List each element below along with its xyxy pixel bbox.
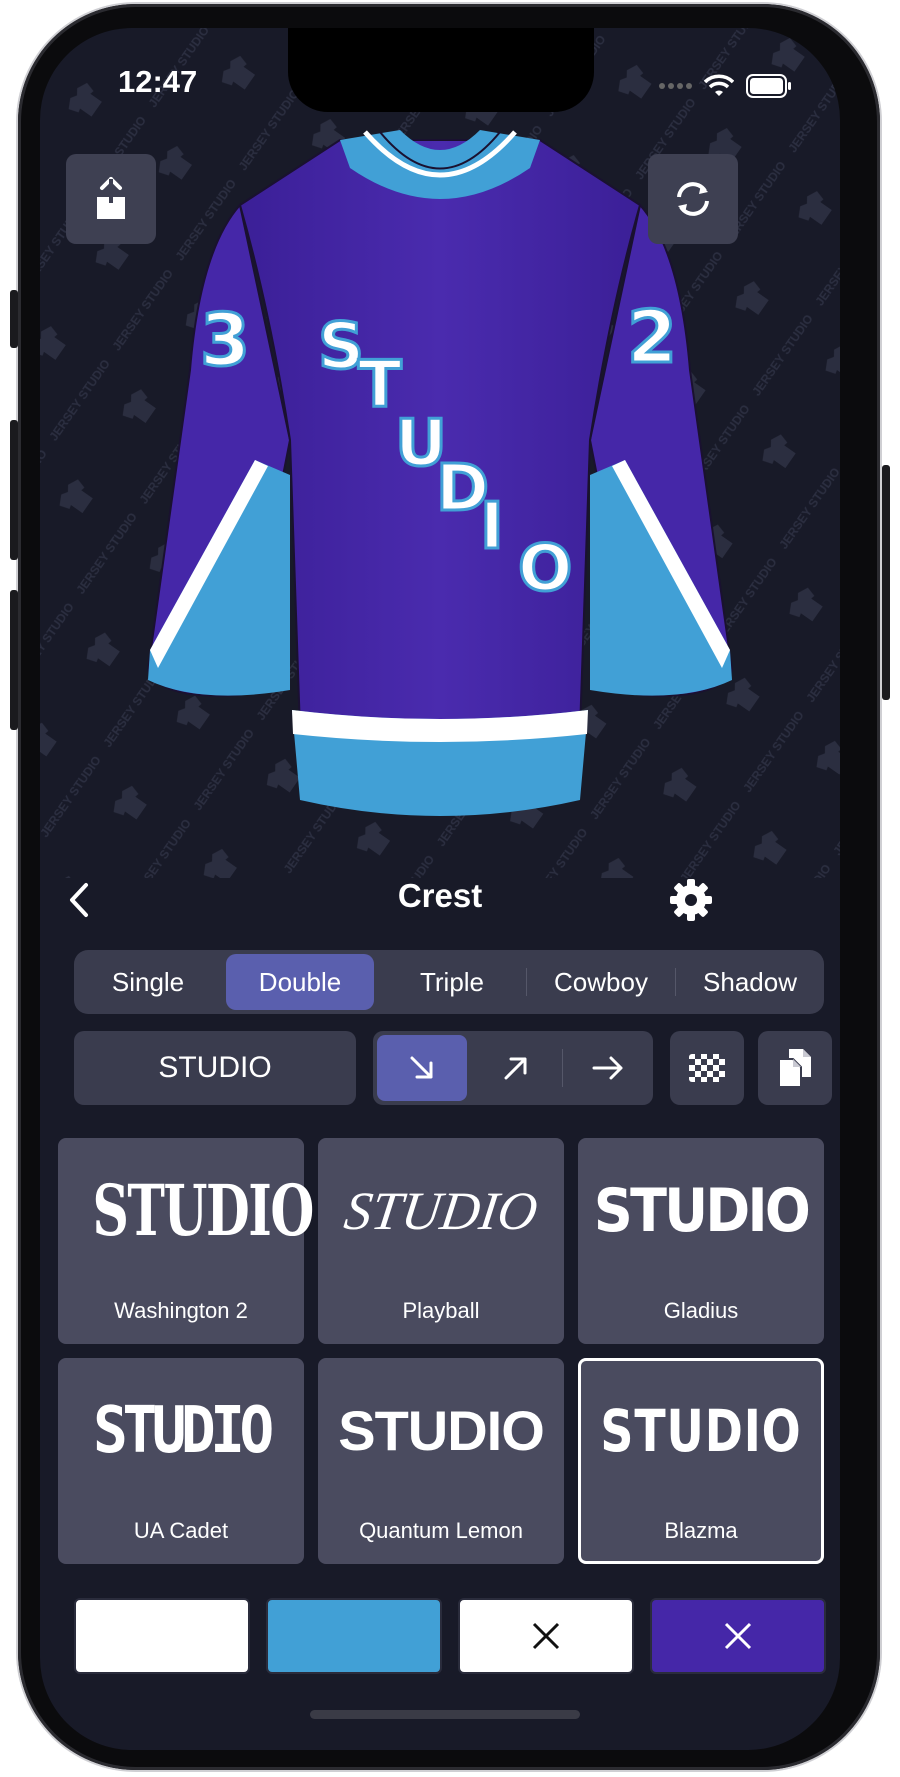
font-card[interactable]: STUDIO Playball xyxy=(318,1138,564,1344)
refresh-icon xyxy=(677,182,709,216)
volume-down-button xyxy=(10,590,18,730)
crest-letter-5: I xyxy=(480,490,504,564)
font-card[interactable]: STUDIO UA Cadet xyxy=(58,1358,304,1564)
arrow-right-icon xyxy=(592,1056,623,1080)
color-swatch-cleared[interactable] xyxy=(458,1598,634,1674)
angle-diagonal-down-button[interactable] xyxy=(377,1035,468,1101)
copy-icon xyxy=(778,1049,811,1088)
status-icons xyxy=(658,74,792,98)
font-card[interactable]: STUDIO Gladius xyxy=(578,1138,824,1344)
refresh-button[interactable] xyxy=(648,154,738,244)
page-title: Crest xyxy=(397,877,483,914)
status-time: 12:47 xyxy=(118,64,198,99)
close-icon xyxy=(532,1622,560,1650)
font-name: Gladius xyxy=(663,1298,739,1323)
close-icon xyxy=(724,1622,752,1650)
crest-style-tabs: Single Double Triple Cowboy Shadow xyxy=(74,950,824,1014)
font-preview: STUDIO xyxy=(600,1397,802,1465)
font-preview: STUDIO xyxy=(92,1169,314,1252)
checkerboard-icon xyxy=(689,1054,725,1082)
wifi-icon xyxy=(704,74,734,96)
color-swatch-light-blue[interactable] xyxy=(266,1598,442,1674)
arrow-down-right-icon xyxy=(410,1056,433,1079)
font-card[interactable]: STUDIO Quantum Lemon xyxy=(318,1358,564,1564)
gear-icon[interactable] xyxy=(668,877,714,923)
share-button[interactable] xyxy=(66,154,156,244)
arrow-up-right-icon xyxy=(504,1057,527,1080)
crest-text-field[interactable]: STUDIO xyxy=(74,1031,356,1105)
tab-double[interactable]: Double xyxy=(226,954,374,1010)
font-card[interactable]: STUDIO Washington 2 xyxy=(58,1138,314,1344)
tab-shadow[interactable]: Shadow xyxy=(676,950,824,1014)
left-sleeve-number: 3 xyxy=(200,298,250,382)
battery-icon xyxy=(746,74,791,98)
font-preview: STUDIO xyxy=(593,1176,811,1246)
copy-button[interactable] xyxy=(758,1031,832,1105)
right-sleeve-number: 2 xyxy=(627,295,677,379)
font-name: Playball xyxy=(402,1298,480,1323)
app-screen: JERSEY STUDIO 12:47 xyxy=(40,28,840,1750)
font-name: Washington 2 xyxy=(114,1298,248,1323)
font-name: Blazma xyxy=(664,1518,738,1543)
crest-letter-6: O xyxy=(518,532,572,606)
tab-single[interactable]: Single xyxy=(74,950,222,1014)
angle-selector xyxy=(373,1031,653,1105)
silent-switch xyxy=(10,290,18,348)
font-preview: STUDIO xyxy=(338,1399,545,1462)
share-icon xyxy=(97,177,125,219)
font-preview: STUDIO xyxy=(340,1181,542,1241)
angle-diagonal-up-button[interactable] xyxy=(471,1031,561,1105)
signal-icon xyxy=(659,83,692,89)
font-name: Quantum Lemon xyxy=(359,1518,523,1543)
color-swatch-purple-cleared[interactable] xyxy=(650,1598,826,1674)
tab-triple[interactable]: Triple xyxy=(378,950,526,1014)
font-name: UA Cadet xyxy=(133,1518,229,1543)
font-card-selected[interactable]: STUDIO Blazma xyxy=(578,1358,824,1564)
home-indicator xyxy=(310,1710,580,1719)
font-preview: STUDIO xyxy=(93,1394,274,1468)
angle-straight-button[interactable] xyxy=(563,1031,653,1105)
crest-nav-bar: Crest xyxy=(40,863,840,933)
notch xyxy=(288,28,594,112)
power-button xyxy=(882,465,890,700)
tab-cowboy[interactable]: Cowboy xyxy=(527,950,675,1014)
pattern-button[interactable] xyxy=(670,1031,744,1105)
color-swatch-white[interactable] xyxy=(74,1598,250,1674)
volume-up-button xyxy=(10,420,18,560)
